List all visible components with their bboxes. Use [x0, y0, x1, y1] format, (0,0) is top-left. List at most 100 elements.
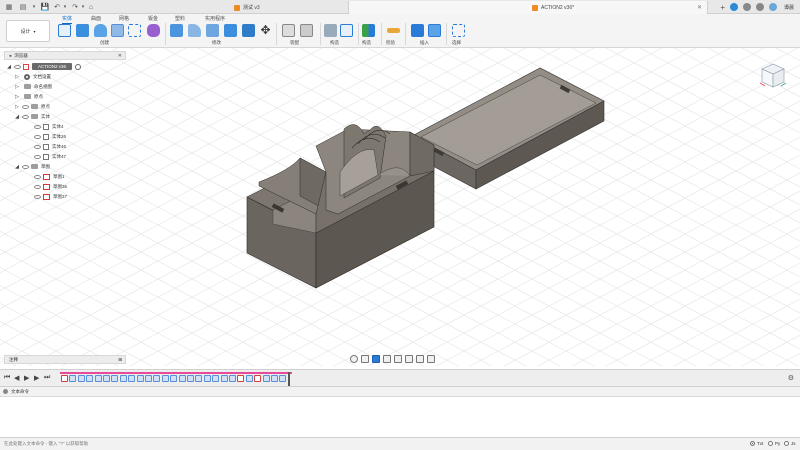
collapse-arrow-icon[interactable]: ◢: [6, 64, 12, 70]
tree-item-bodies[interactable]: ◢ 实体: [14, 112, 50, 121]
tree-item-origin[interactable]: ▷ 原点: [14, 102, 50, 111]
sketch-icon: [43, 173, 50, 180]
tree-item-selection-sets[interactable]: ▷ 原点 原点: [14, 92, 43, 101]
lid-body[interactable]: [411, 67, 605, 190]
gear-icon[interactable]: ⚙: [788, 374, 794, 382]
play-icon[interactable]: ▶: [24, 374, 29, 382]
visibility-icon[interactable]: [34, 134, 41, 139]
timeline-feature-icon[interactable]: [153, 375, 161, 382]
visibility-icon[interactable]: [22, 164, 29, 169]
panel-close-icon[interactable]: ✕: [118, 53, 122, 59]
timeline-feature-icon[interactable]: [111, 375, 119, 382]
timeline-feature-icon[interactable]: [86, 375, 94, 382]
timeline: ⏮ ◀ ▶ ▶ ⏭ ⚙: [0, 369, 800, 387]
timeline-feature-icon[interactable]: [119, 375, 127, 382]
expand-arrow-icon[interactable]: ▷: [14, 84, 20, 90]
radio-icon: [750, 441, 755, 446]
timeline-feature-icon[interactable]: [145, 375, 152, 382]
visibility-icon[interactable]: [22, 104, 29, 109]
tree-item-body[interactable]: 实体4: [32, 122, 64, 131]
collapse-icon[interactable]: ◂: [9, 53, 11, 59]
timeline-feature-icon[interactable]: [187, 375, 194, 382]
text-commands-header[interactable]: 文本命令: [0, 387, 800, 397]
tree-item-sketch[interactable]: 草图37: [32, 192, 67, 201]
timeline-sketch-icon[interactable]: [61, 375, 68, 382]
timeline-feature-icon[interactable]: [161, 375, 169, 382]
visibility-icon[interactable]: [14, 64, 21, 69]
timeline-feature-icon[interactable]: [170, 375, 178, 382]
look-at-icon[interactable]: [361, 354, 369, 363]
timeline-sketch-icon[interactable]: [254, 375, 262, 382]
timeline-feature-icon[interactable]: [94, 375, 102, 382]
timeline-end-marker[interactable]: [288, 372, 290, 386]
timeline-feature-icon[interactable]: [271, 375, 278, 382]
tree-label: 草图36: [53, 183, 68, 189]
timeline-feature-icon[interactable]: [69, 375, 77, 382]
text-commands-output[interactable]: [0, 397, 800, 437]
orbit-icon[interactable]: [350, 354, 358, 363]
pan-icon[interactable]: [372, 354, 380, 363]
collapse-icon[interactable]: [3, 389, 8, 394]
add-comment-icon[interactable]: ⊞: [118, 357, 122, 363]
zoom-icon[interactable]: [383, 354, 391, 363]
step-forward-icon[interactable]: ▶: [34, 374, 39, 382]
collapse-arrow-icon[interactable]: ◢: [14, 164, 20, 170]
timeline-feature-icon[interactable]: [77, 375, 85, 382]
visibility-icon[interactable]: [34, 184, 41, 189]
expand-arrow-icon[interactable]: ▷: [14, 94, 20, 100]
tree-label: 实体47: [52, 153, 67, 159]
radio-active-icon[interactable]: [75, 63, 82, 70]
go-to-end-icon[interactable]: ⏭: [44, 374, 50, 382]
timeline-feature-icon[interactable]: [178, 375, 186, 382]
radio-icon: [768, 441, 773, 446]
tree-root[interactable]: ◢ ACTION2 v36: [6, 62, 82, 71]
timeline-feature-icon[interactable]: [195, 375, 203, 382]
timeline-feature-icon[interactable]: [103, 375, 110, 382]
timeline-sketch-icon[interactable]: [237, 375, 245, 382]
timeline-feature-icon[interactable]: [136, 375, 144, 382]
tree-label: 草图1: [53, 173, 65, 179]
timeline-feature-icon[interactable]: [203, 375, 211, 382]
comments-panel-header[interactable]: 注释 ⊞: [4, 355, 126, 364]
lang-py[interactable]: Py: [768, 441, 780, 446]
visibility-icon[interactable]: [34, 174, 41, 179]
timeline-feature-icon[interactable]: [212, 375, 220, 382]
tree-item-body[interactable]: 实体26: [32, 132, 66, 141]
lang-js[interactable]: Js: [784, 441, 796, 446]
go-to-start-icon[interactable]: ⏮: [4, 374, 10, 382]
lang-label: Js: [791, 441, 796, 446]
timeline-feature-icon[interactable]: [245, 375, 253, 382]
navigation-toolbar: [350, 353, 450, 364]
display-settings-icon[interactable]: [405, 354, 413, 363]
visibility-icon[interactable]: [34, 154, 41, 159]
viewports-icon[interactable]: [427, 354, 435, 363]
visibility-icon[interactable]: [34, 194, 41, 199]
timeline-feature-icon[interactable]: [262, 375, 270, 382]
tree-item-body[interactable]: 实体46: [32, 142, 66, 151]
visibility-icon[interactable]: [34, 144, 41, 149]
tree-item-sketch[interactable]: 草图1: [32, 172, 65, 181]
lang-txt[interactable]: Txt: [750, 441, 763, 446]
tree-item-sketch[interactable]: 草图36: [32, 182, 67, 191]
tree-item-named-views[interactable]: ▷ 命名视图: [14, 82, 52, 91]
tree-item-body[interactable]: 实体47: [32, 152, 66, 161]
timeline-feature-icon[interactable]: [229, 375, 236, 382]
expand-arrow-icon[interactable]: ▷: [14, 74, 20, 80]
text-command-input[interactable]: 在此处键入文本命令 - 键入 "?" 以获取帮助 Txt Py Js: [0, 437, 800, 450]
timeline-feature-icon[interactable]: [128, 375, 136, 382]
fit-icon[interactable]: [394, 354, 402, 363]
step-back-icon[interactable]: ◀: [14, 374, 19, 382]
browser-header[interactable]: ◂ 浏览器 ✕: [4, 51, 126, 60]
expand-arrow-icon[interactable]: ▷: [14, 104, 20, 110]
tree-item-doc-settings[interactable]: ▷ 文档设置: [14, 72, 51, 81]
tree-label: 实体26: [52, 133, 67, 139]
visibility-icon[interactable]: [34, 124, 41, 129]
tree-item-sketches[interactable]: ◢ 草图: [14, 162, 50, 171]
grid-settings-icon[interactable]: [416, 354, 424, 363]
timeline-feature-icon[interactable]: [279, 375, 287, 382]
box-body[interactable]: [246, 124, 435, 289]
visibility-icon[interactable]: [22, 114, 29, 119]
collapse-arrow-icon[interactable]: ◢: [14, 114, 20, 120]
viewcube[interactable]: [756, 60, 790, 92]
timeline-feature-icon[interactable]: [220, 375, 228, 382]
